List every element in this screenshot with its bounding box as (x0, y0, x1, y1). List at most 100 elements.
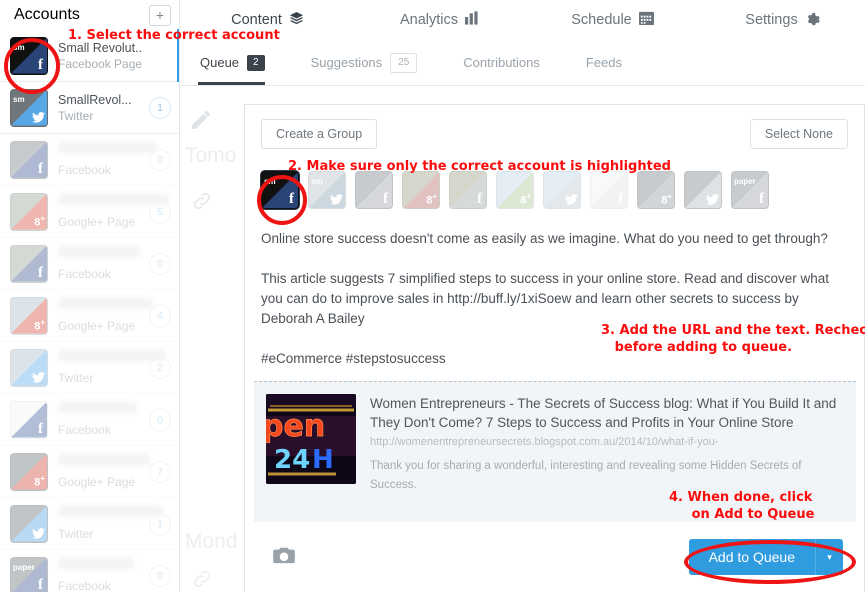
add-account-button[interactable]: + (149, 4, 171, 26)
account-avatar[interactable]: f (10, 140, 48, 179)
accounts-sidebar: Accounts + sm f Small Revolut.. Facebook Pa… (0, 0, 180, 592)
select-none-button[interactable]: Select None (749, 119, 848, 149)
sidebar-account-row[interactable]: sm SmallRevol... Twitter 1 (0, 82, 179, 134)
account-name (58, 246, 140, 257)
profile-chip-strip[interactable]: sm f sm f 8+ f 8+ f 8+ paper f (261, 171, 769, 209)
content-subtabs[interactable]: Queue 2 Suggestions 25 Contributions Feeds (180, 40, 865, 86)
add-to-queue-group[interactable]: Add to Queue ▾ (688, 539, 843, 575)
account-avatar[interactable]: f (10, 244, 48, 283)
sidebar-account-row[interactable]: f Facebook 0 (0, 394, 179, 446)
account-meta: Twitter (48, 506, 163, 541)
account-meta: Facebook (48, 246, 149, 281)
composer-profile-chip[interactable]: paper f (731, 171, 769, 209)
anno-4: 4. When done, click on Add to Queue (669, 490, 815, 522)
account-name (58, 298, 153, 309)
account-avatar[interactable]: 8+ (10, 296, 48, 335)
subtab-label: Queue (200, 55, 240, 70)
preview-url[interactable]: http://womenentrepreneursecrets.blogspot… (370, 436, 844, 448)
avatar-brand-text: paper (734, 178, 756, 186)
account-name (58, 506, 163, 517)
account-meta: SmallRevol... Twitter (48, 93, 149, 123)
subtab-badge: 25 (390, 52, 418, 73)
composer-profile-chip[interactable]: sm (308, 171, 346, 209)
sidebar-account-row[interactable]: 8+ Google+ Page 5 (0, 186, 179, 238)
composer-profile-chip[interactable]: 8+ (637, 171, 675, 209)
app-root: Tomo Mond Accounts + sm f Small Revolut.. F… (0, 0, 865, 592)
topnav-tab-analytics[interactable]: Analytics (355, 0, 525, 40)
account-avatar[interactable] (10, 348, 48, 387)
account-meta: Facebook (48, 558, 149, 592)
account-type: Twitter (58, 371, 94, 385)
neon-sign-image: pen pen 24 H (266, 394, 356, 484)
svg-text:pen: pen (266, 409, 325, 444)
topnav-tab-label: Settings (745, 12, 798, 28)
svg-text:24: 24 (274, 445, 310, 475)
composer-profile-chip[interactable]: f (449, 171, 487, 209)
gear-icon (805, 11, 820, 30)
account-meta: Small Revolut.. Facebook Page (48, 41, 149, 71)
pencil-icon (189, 108, 213, 137)
camera-icon[interactable] (273, 546, 295, 569)
composer-profile-chip[interactable]: 8+ (402, 171, 440, 209)
account-type: Facebook Page (58, 56, 143, 71)
account-avatar[interactable]: 8+ (10, 452, 48, 491)
account-name (58, 558, 134, 569)
account-type: Google+ Page (58, 319, 136, 333)
topnav-tab-label: Analytics (399, 12, 459, 28)
layers-icon (289, 11, 304, 30)
account-name (58, 194, 169, 205)
account-avatar[interactable]: paper f (10, 556, 48, 592)
account-meta: Google+ Page (48, 454, 150, 489)
subtab-queue[interactable]: Queue 2 (198, 40, 279, 85)
sidebar-account-row[interactable]: paper f Facebook 0 (0, 550, 179, 592)
account-queue-count: 7 (149, 460, 171, 483)
account-type: Facebook (58, 579, 111, 592)
account-meta: Google+ Page (48, 298, 153, 333)
sidebar-account-row[interactable]: 8+ Google+ Page 7 (0, 446, 179, 498)
composer-footer: Add to Queue ▾ (245, 522, 864, 592)
composer-profile-chip[interactable]: f (355, 171, 393, 209)
create-a-group-button[interactable]: Create a Group (261, 119, 378, 149)
subtab-feeds[interactable]: Feeds (584, 40, 636, 85)
composer-profile-chip[interactable]: 8+ (496, 171, 534, 209)
link-icon-secondary (191, 568, 213, 592)
account-type: Google+ Page (58, 215, 136, 229)
account-name (58, 402, 137, 413)
sidebar-account-row[interactable]: Twitter 1 (0, 498, 179, 550)
subtab-contributions[interactable]: Contributions (461, 40, 554, 85)
account-avatar[interactable]: f (10, 400, 48, 439)
composer-profile-chip[interactable] (684, 171, 722, 209)
sidebar-account-row[interactable]: f Facebook 0 (0, 238, 179, 290)
account-meta: Google+ Page (48, 194, 169, 229)
preview-title[interactable]: Women Entrepreneurs - The Secrets of Suc… (370, 394, 844, 432)
top-navigation[interactable]: Content Analytics Schedule Settings (180, 0, 865, 40)
add-to-queue-button[interactable]: Add to Queue (688, 539, 815, 575)
topnav-tab-schedule[interactable]: Schedule (525, 0, 700, 40)
avatar-brand-text: sm (13, 43, 25, 52)
sidebar-account-row[interactable]: 8+ Google+ Page 4 (0, 290, 179, 342)
subtab-suggestions[interactable]: Suggestions 25 (309, 40, 432, 85)
account-avatar[interactable]: sm (10, 88, 48, 127)
account-type: Google+ Page (58, 475, 136, 489)
account-type: Twitter (58, 108, 94, 123)
preview-thumbnail: pen pen 24 H (266, 394, 356, 484)
account-avatar[interactable]: 8+ (10, 192, 48, 231)
svg-text:H: H (312, 445, 334, 475)
composer-profile-chip[interactable] (543, 171, 581, 209)
account-type: Twitter (58, 527, 94, 541)
composer-profile-chip[interactable]: f (590, 171, 628, 209)
account-avatar[interactable] (10, 504, 48, 543)
composer-profile-chip[interactable]: sm f (261, 171, 299, 209)
sidebar-header: Accounts + (0, 0, 179, 30)
link-icon (191, 190, 213, 217)
account-name (58, 454, 150, 465)
sidebar-account-row[interactable]: f Facebook 0 (0, 134, 179, 186)
avatar-brand-text: sm (264, 178, 276, 186)
account-avatar[interactable]: sm f (10, 36, 48, 75)
account-list[interactable]: sm f Small Revolut.. Facebook Page sm SmallRe… (0, 29, 179, 592)
topnav-tab-settings[interactable]: Settings (700, 0, 865, 40)
account-name: SmallRevol... (58, 92, 132, 107)
sidebar-account-row[interactable]: Twitter 2 (0, 342, 179, 394)
add-to-queue-dropdown-caret[interactable]: ▾ (815, 539, 843, 575)
account-meta: Twitter (48, 350, 166, 385)
